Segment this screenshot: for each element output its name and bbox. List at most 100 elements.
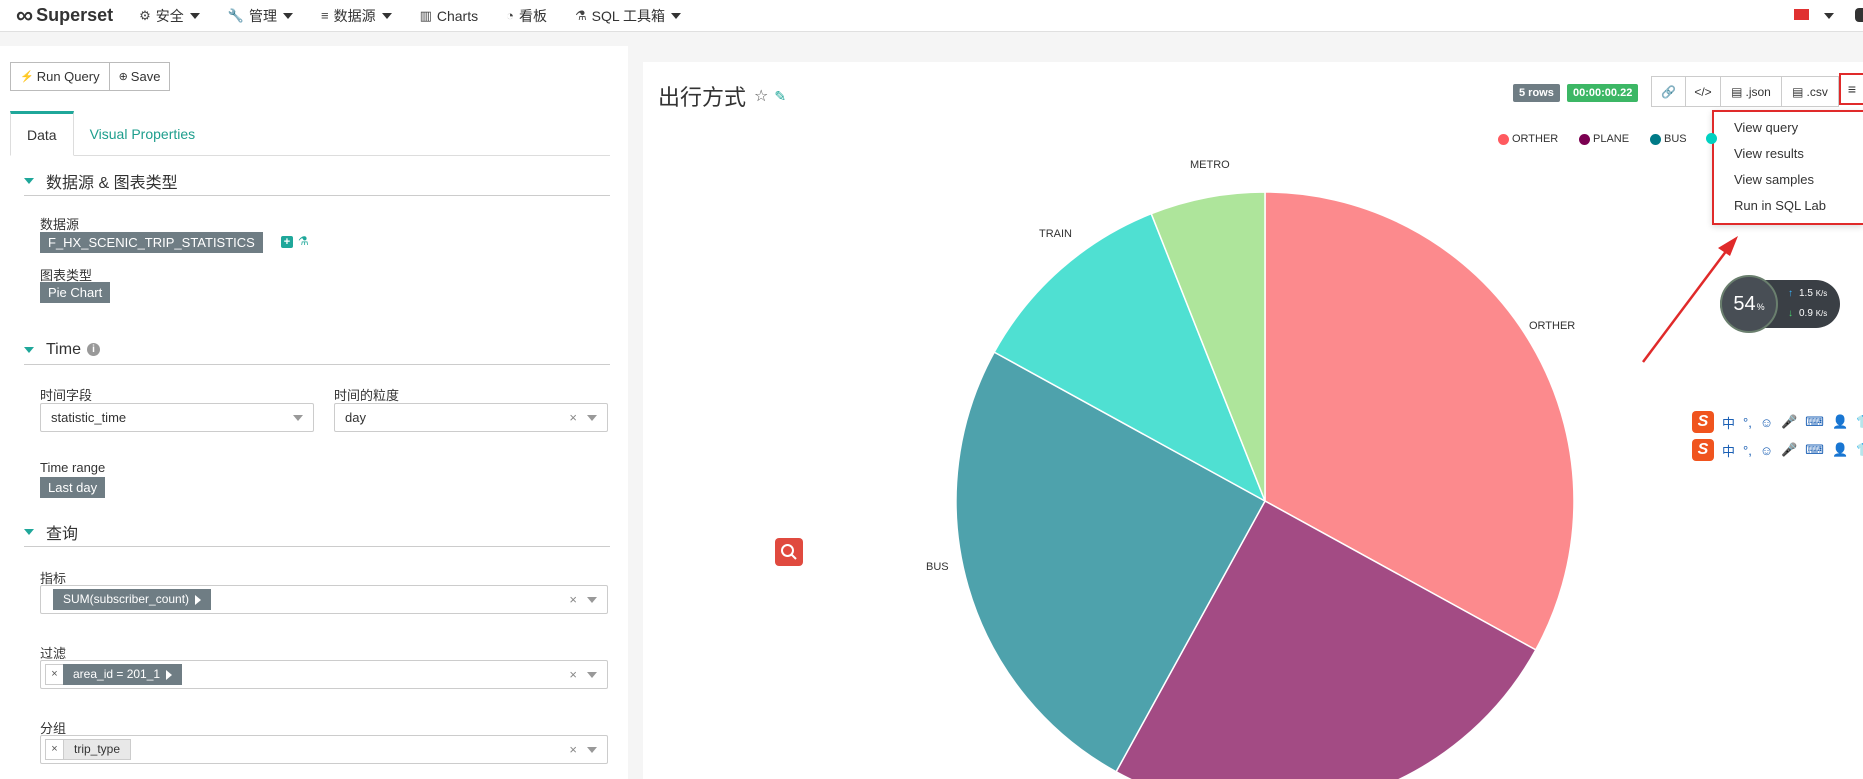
- remove-chip-icon[interactable]: ×: [45, 664, 63, 685]
- clear-icon[interactable]: ×: [569, 592, 577, 607]
- groupby-chip[interactable]: × trip_type: [45, 739, 132, 760]
- legend-label: ORTHER: [1512, 133, 1559, 145]
- edit-icon[interactable]: ✎: [774, 88, 786, 105]
- legend-dot: [1650, 133, 1661, 145]
- network-speed-widget[interactable]: 54 % ↑ 1.5 K/s ↓ 0.9 K/s: [1720, 275, 1840, 333]
- ime-logo-icon: S: [1692, 411, 1714, 433]
- run-query-button[interactable]: ⚡ Run Query: [10, 62, 110, 91]
- time-column-select[interactable]: statistic_time: [40, 403, 314, 432]
- time-grain-label: 时间的粒度: [334, 388, 400, 403]
- chart-title[interactable]: 出行方式: [658, 80, 746, 112]
- datasource-value[interactable]: F_HX_SCENIC_TRIP_STATISTICS: [40, 232, 263, 253]
- chevron-down-icon: [587, 596, 597, 603]
- link-button[interactable]: 🔗: [1651, 76, 1686, 107]
- legend-label: PLANE: [1593, 133, 1630, 145]
- metric-chip[interactable]: SUM(subscriber_count): [53, 589, 212, 610]
- info-icon[interactable]: i: [86, 343, 100, 356]
- emoji-icon[interactable]: ☺: [1760, 415, 1773, 430]
- time-column-value: statistic_time: [51, 410, 127, 425]
- file-icon: ▤: [1792, 84, 1804, 99]
- flask-icon[interactable]: ⚗: [298, 234, 309, 248]
- legend-dot: [1579, 133, 1590, 145]
- filters-select[interactable]: × area_id = 201_1 ×: [40, 660, 608, 689]
- section-datasource-header[interactable]: 数据源 & 图表类型: [24, 166, 610, 196]
- clear-icon[interactable]: ×: [569, 410, 577, 425]
- nav-dashboards[interactable]: ◔ 看板: [506, 6, 547, 26]
- keyboard-icon[interactable]: ⌨: [1805, 442, 1824, 458]
- language-flag-icon[interactable]: [1794, 9, 1809, 20]
- datasource-label: 数据源: [40, 217, 80, 232]
- menu-run-in-sql-lab[interactable]: Run in SQL Lab: [1734, 198, 1826, 213]
- microphone-icon[interactable]: 🎤: [1781, 442, 1797, 458]
- punctuation-icon[interactable]: °,: [1743, 415, 1752, 430]
- ime-lang-toggle[interactable]: 中: [1722, 413, 1735, 432]
- chevron-down-icon[interactable]: [1824, 13, 1834, 19]
- nav-manage-label: 管理: [248, 7, 277, 24]
- chevron-down-icon: [587, 746, 597, 753]
- tab-data[interactable]: Data: [10, 111, 74, 156]
- section-time-header[interactable]: Time i: [24, 335, 610, 365]
- menu-view-results[interactable]: View results: [1734, 146, 1804, 161]
- clear-icon[interactable]: ×: [569, 742, 577, 757]
- add-datasource-icon[interactable]: +: [281, 236, 293, 248]
- nav-sql-lab[interactable]: ⚗ SQL 工具箱: [574, 6, 682, 26]
- clear-icon[interactable]: ×: [569, 667, 577, 682]
- embed-code-button[interactable]: </>: [1685, 76, 1721, 107]
- menu-view-samples[interactable]: View samples: [1734, 172, 1814, 187]
- legend-item[interactable]: ORTHER: [1498, 133, 1558, 145]
- plus-circle-icon: ⊕: [118, 71, 128, 83]
- shirt-icon[interactable]: 👕: [1856, 414, 1863, 430]
- ime-toolbar[interactable]: S 中 °, ☺ 🎤 ⌨ 👤 👕: [1692, 438, 1863, 462]
- nav-security[interactable]: ⚙ 安全: [139, 6, 200, 26]
- top-navbar: ∞ Superset ⚙ 安全 🔧 管理 ≡ 数据源 ▥ Charts ◔ 看板…: [0, 0, 1863, 32]
- brand[interactable]: ∞ Superset: [16, 3, 113, 28]
- groupby-select[interactable]: × trip_type ×: [40, 735, 608, 764]
- query-time-badge: 00:00:00.22: [1567, 84, 1639, 102]
- legend-item[interactable]: BUS: [1650, 133, 1687, 145]
- export-csv-label: .csv: [1806, 84, 1828, 99]
- punctuation-icon[interactable]: °,: [1743, 443, 1752, 458]
- user-icon[interactable]: [1855, 8, 1863, 22]
- download-value: 0.9: [1799, 308, 1813, 319]
- nav-datasources[interactable]: ≡ 数据源: [321, 6, 392, 26]
- tab-visual-properties[interactable]: Visual Properties: [74, 111, 212, 156]
- flask-icon: ⚗: [574, 7, 587, 23]
- time-range-value[interactable]: Last day: [40, 477, 106, 498]
- upload-speed: ↑ 1.5 K/s: [1788, 288, 1827, 299]
- microphone-icon[interactable]: 🎤: [1781, 414, 1797, 430]
- export-json-label: .json: [1745, 84, 1771, 99]
- viz-type-value[interactable]: Pie Chart: [40, 282, 111, 303]
- nav-manage[interactable]: 🔧 管理: [228, 6, 293, 26]
- emoji-icon[interactable]: ☺: [1760, 443, 1773, 458]
- run-query-label: Run Query: [36, 69, 100, 84]
- remove-chip-icon[interactable]: ×: [45, 739, 63, 760]
- triangle-right-icon: [195, 594, 202, 605]
- save-button[interactable]: ⊕ Save: [109, 62, 171, 91]
- nav-charts-label: Charts: [436, 7, 479, 24]
- user-icon[interactable]: 👤: [1832, 414, 1848, 430]
- speed-percent-unit: %: [1756, 302, 1765, 312]
- ime-lang-toggle[interactable]: 中: [1722, 441, 1735, 460]
- section-query-header[interactable]: 查询: [24, 517, 610, 547]
- legend-item[interactable]: [1706, 133, 1720, 144]
- keyboard-icon[interactable]: ⌨: [1805, 414, 1824, 430]
- menu-view-query[interactable]: View query: [1734, 120, 1798, 135]
- export-csv-button[interactable]: ▤ .csv: [1781, 76, 1839, 107]
- user-icon[interactable]: 👤: [1832, 442, 1848, 458]
- metrics-select[interactable]: SUM(subscriber_count) ×: [40, 585, 608, 614]
- gears-icon: ⚙: [139, 7, 151, 23]
- star-icon[interactable]: ☆: [754, 86, 768, 106]
- nav-charts[interactable]: ▥ Charts: [420, 8, 479, 24]
- filter-chip[interactable]: × area_id = 201_1: [45, 664, 183, 685]
- time-grain-select[interactable]: day ×: [334, 403, 608, 432]
- export-json-button[interactable]: ▤ .json: [1720, 76, 1782, 107]
- more-menu-button[interactable]: ≡: [1839, 73, 1863, 105]
- metric-chip-text: SUM(subscriber_count): [63, 592, 190, 606]
- download-speed: ↓ 0.9 K/s: [1788, 308, 1827, 319]
- shirt-icon[interactable]: 👕: [1856, 442, 1863, 458]
- legend-label: BUS: [1664, 133, 1687, 145]
- nav-security-label: 安全: [155, 7, 184, 24]
- ime-toolbar[interactable]: S 中 °, ☺ 🎤 ⌨ 👤 👕: [1692, 410, 1863, 434]
- legend-item[interactable]: PLANE: [1579, 133, 1629, 145]
- zoom-button[interactable]: [775, 538, 803, 566]
